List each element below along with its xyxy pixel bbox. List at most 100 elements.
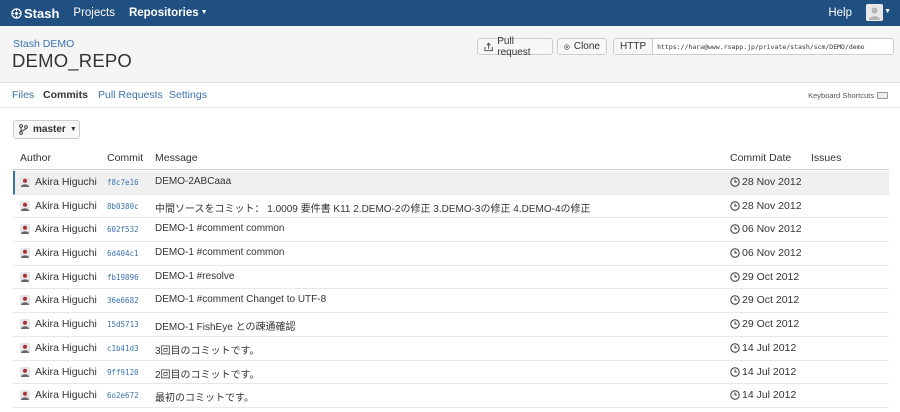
- table-row[interactable]: Akira Higuchi c1b41d3 3回目のコミットです。 14 Jul…: [13, 337, 889, 361]
- user-avatar-icon: [21, 297, 29, 306]
- commit-message: DEMO-1 #comment Changet to UTF-8: [155, 294, 327, 306]
- tab-commits[interactable]: Commits: [43, 89, 88, 101]
- commit-author: Akira Higuchi: [35, 341, 97, 354]
- author-avatar: [20, 390, 30, 401]
- commit-hash-link[interactable]: c1b41d3: [107, 344, 139, 353]
- commit-date: 14 Jul 2012: [742, 341, 797, 354]
- commit-hash-link[interactable]: 602f532: [107, 225, 139, 234]
- commit-date: 06 Nov 2012: [742, 247, 802, 260]
- commit-date: 14 Jul 2012: [742, 365, 797, 378]
- table-row[interactable]: Akira Higuchi 8b0380c 中間ソースをコミット： 1.0009…: [13, 195, 889, 219]
- column-header-commit: Commit: [107, 152, 144, 164]
- commit-message: DEMO-1 FishEye との疎通確認: [155, 322, 296, 334]
- commit-message: DEMO-1 #resolve: [155, 270, 235, 282]
- commit-date: 06 Nov 2012: [742, 223, 802, 236]
- author-avatar: [20, 295, 30, 306]
- clone-button[interactable]: Clone: [557, 38, 607, 55]
- chevron-down-icon: ▼: [200, 9, 208, 16]
- commit-author: Akira Higuchi: [35, 223, 97, 236]
- table-row[interactable]: Akira Higuchi 36e6682 DEMO-1 #comment Ch…: [13, 289, 889, 314]
- clock-icon: [730, 248, 740, 258]
- tab-pull-requests[interactable]: Pull Requests: [98, 89, 163, 101]
- user-avatar-button[interactable]: [866, 4, 883, 21]
- repo-header: Stash DEMO DEMO_REPO Pull request Clone …: [0, 26, 900, 83]
- clone-icon: [564, 43, 570, 50]
- table-row[interactable]: Akira Higuchi fb19896 DEMO-1 #resolve 29…: [13, 266, 889, 290]
- author-avatar: [20, 248, 30, 259]
- commit-author: Akira Higuchi: [35, 389, 97, 402]
- user-avatar-icon: [21, 226, 29, 235]
- table-row[interactable]: Akira Higuchi 6o2e672 最初のコミットです。 14 Jul …: [13, 384, 889, 408]
- pull-request-button[interactable]: Pull request: [477, 36, 553, 58]
- clock-icon: [730, 224, 740, 235]
- tab-settings[interactable]: Settings: [169, 89, 207, 101]
- commit-author: Akira Higuchi: [35, 199, 97, 212]
- column-header-issues: Issues: [811, 152, 842, 164]
- table-row[interactable]: Akira Higuchi 602f532 DEMO-1 #comment co…: [13, 218, 889, 243]
- clock-icon: [730, 366, 740, 377]
- author-avatar: [20, 319, 30, 330]
- commit-author: Akira Higuchi: [35, 318, 97, 331]
- user-avatar-icon: [21, 202, 29, 211]
- clone-label: Clone: [573, 41, 600, 52]
- author-avatar: [20, 224, 30, 235]
- commits-table-header: Author Commit Message Commit Date Issues: [13, 148, 889, 170]
- commit-hash-link[interactable]: 6o2e672: [107, 391, 139, 400]
- column-header-commit-date: Commit Date: [730, 152, 792, 164]
- user-menu-chevron-icon[interactable]: ▼: [884, 8, 891, 15]
- branch-selector[interactable]: master ▼: [13, 120, 80, 139]
- commit-message: 2回目のコミットです。: [155, 369, 260, 381]
- commit-hash-link[interactable]: 9ff9120: [107, 368, 139, 377]
- project-link[interactable]: Stash DEMO: [13, 38, 74, 50]
- commit-author: Akira Higuchi: [35, 365, 97, 378]
- tab-files[interactable]: Files: [12, 89, 34, 101]
- clock-icon: [730, 390, 740, 400]
- clone-url-group: HTTP https://hara@www.rsapp.jp/private/s…: [613, 38, 895, 55]
- top-nav-bar: Stash Projects Repositories ▼ Help ▼: [0, 0, 900, 26]
- commit-hash-link[interactable]: 36e6682: [107, 296, 139, 305]
- commit-hash-link[interactable]: fb19896: [107, 273, 139, 282]
- user-avatar-icon: [21, 273, 29, 282]
- nav-repositories-label: Repositories: [128, 7, 199, 19]
- nav-projects-link[interactable]: Projects: [73, 7, 115, 19]
- author-avatar: [20, 177, 30, 187]
- commit-hash-link[interactable]: 15d5713: [107, 320, 139, 329]
- chevron-down-icon: ▼: [69, 126, 77, 133]
- clock-icon: [730, 177, 740, 187]
- commit-message: 最初のコミットです。: [155, 393, 254, 405]
- user-avatar-icon: [21, 178, 29, 187]
- commit-date: 29 Oct 2012: [742, 318, 800, 331]
- commit-date: 28 Nov 2012: [742, 199, 802, 212]
- nav-repositories-menu[interactable]: Repositories ▼: [129, 7, 208, 19]
- clock-icon: [730, 200, 740, 211]
- commits-table-body: Akira Higuchi f8c7e16 DEMO-2ABCaaa 28 No…: [13, 171, 889, 408]
- table-row[interactable]: Akira Higuchi f8c7e16 DEMO-2ABCaaa 28 No…: [13, 171, 889, 195]
- author-avatar: [20, 342, 30, 353]
- commit-author: Akira Higuchi: [35, 294, 97, 307]
- branch-icon: [19, 124, 28, 135]
- table-row[interactable]: Akira Higuchi 6d404c1 DEMO-1 #comment co…: [13, 242, 889, 266]
- commit-message: DEMO-1 #comment common: [155, 247, 285, 259]
- nav-help-link[interactable]: Help: [828, 7, 852, 19]
- stash-logo-icon: [11, 7, 22, 19]
- user-avatar-icon: [866, 4, 883, 21]
- keyboard-icon: [877, 92, 888, 99]
- column-header-message: Message: [155, 152, 198, 164]
- keyboard-shortcuts-link[interactable]: Keyboard Shortcuts: [808, 91, 888, 100]
- protocol-select-button[interactable]: HTTP: [614, 39, 654, 54]
- table-row[interactable]: Akira Higuchi 9ff9120 2回目のコミットです。 14 Jul…: [13, 361, 889, 385]
- branch-name: master: [33, 124, 66, 135]
- table-row[interactable]: Akira Higuchi 15d5713 DEMO-1 FishEye との疎…: [13, 313, 889, 337]
- clone-url-field[interactable]: https://hara@www.rsapp.jp/private/stash/…: [653, 39, 894, 54]
- clock-icon: [730, 272, 740, 282]
- commit-hash-link[interactable]: 8b0380c: [107, 202, 139, 211]
- commit-date: 28 Nov 2012: [742, 176, 802, 188]
- commit-author: Akira Higuchi: [35, 247, 97, 260]
- upload-icon: [484, 42, 493, 51]
- user-avatar-icon: [21, 391, 29, 401]
- author-avatar: [20, 200, 30, 211]
- commit-hash-link[interactable]: 6d404c1: [107, 249, 139, 258]
- stash-logo[interactable]: Stash: [11, 6, 59, 21]
- commit-hash-link[interactable]: f8c7e16: [107, 178, 139, 187]
- clock-icon: [730, 343, 740, 353]
